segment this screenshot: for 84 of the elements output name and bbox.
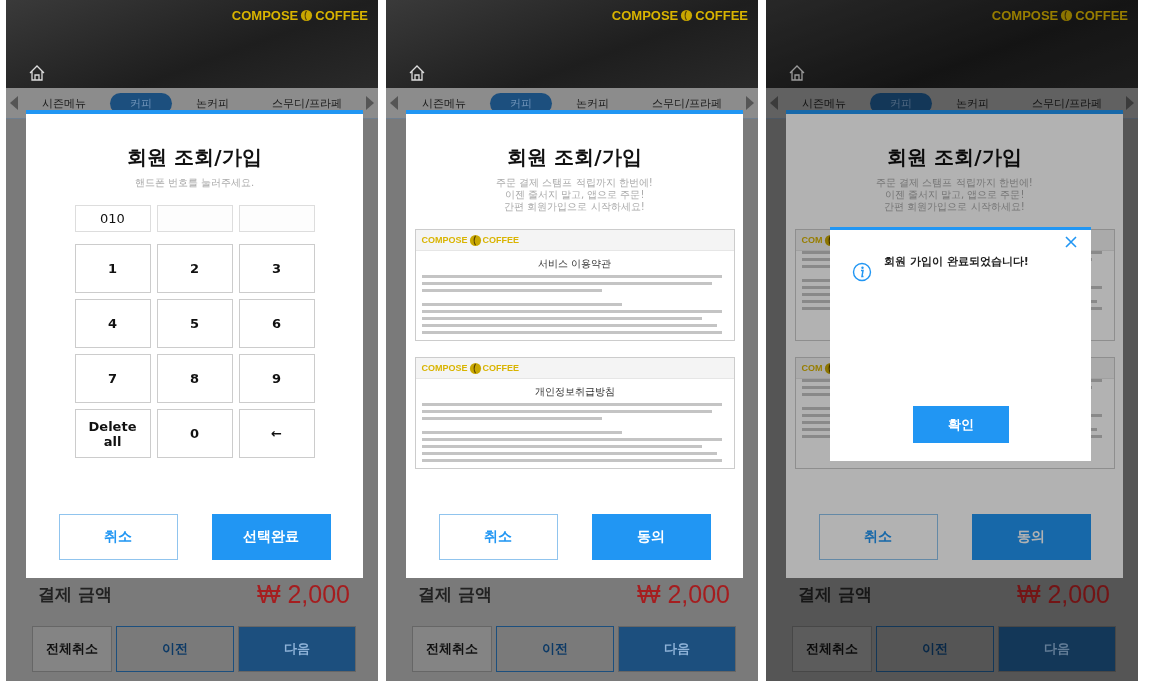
footer-button[interactable]: 이전	[116, 626, 234, 672]
category-tab[interactable]: 시즌메뉴	[781, 92, 866, 114]
phone-input-field[interactable]	[156, 205, 233, 232]
dialog-title: 회원 조회/가입	[127, 144, 262, 171]
right-arrow-icon[interactable]	[745, 96, 754, 110]
coffee-bean-logo-icon	[1060, 9, 1074, 22]
keypad-key[interactable]: 4	[74, 299, 151, 348]
coffee-bean-logo-icon	[468, 233, 482, 247]
keypad-key[interactable]: 8	[156, 354, 233, 403]
logo-text: COMPOSE	[231, 8, 299, 23]
payment-amount: ₩ 2,000	[256, 579, 350, 609]
logo-text: COMPOSE	[421, 363, 468, 373]
category-tab[interactable]: 논커피	[935, 92, 1009, 114]
logo-text: COMPOSE	[421, 235, 468, 245]
left-arrow-icon[interactable]	[770, 96, 778, 110]
keypad-key[interactable]: 1	[74, 244, 151, 293]
dialog-title: 회원 조회/가입	[887, 144, 1022, 171]
category-tab[interactable]: 시즌메뉴	[401, 92, 486, 114]
payment-label: 결제 금액	[418, 582, 492, 606]
payment-label: 결제 금액	[798, 582, 872, 606]
alert-message: 회원 가입이 완료되었습니다!	[884, 254, 1029, 269]
keypad-key[interactable]: 9	[238, 354, 315, 403]
footer-button[interactable]: 이전	[496, 626, 614, 672]
footer-button[interactable]: 전체취소	[792, 626, 872, 672]
dialog-button[interactable]: 동의	[591, 514, 711, 560]
phone-input-field[interactable]: 010	[74, 205, 151, 232]
logo-text: COFFEE	[482, 235, 520, 245]
left-arrow-icon[interactable]	[390, 96, 398, 110]
keypad-key[interactable]: 7	[74, 354, 151, 403]
dialog-subtitle: 이젠 줄서지 말고, 앱으로 주문!	[504, 189, 645, 201]
logo-text: COMPOSE	[611, 8, 679, 23]
footer-button[interactable]: 전체취소	[32, 626, 112, 672]
dialog-subtitle: 간편 회원가입으로 시작하세요!	[504, 201, 645, 213]
logo-text: COMPOSE	[991, 8, 1059, 23]
keypad-key[interactable]: Delete all	[74, 409, 151, 458]
keypad-key[interactable]: 2	[156, 244, 233, 293]
payment-amount: ₩ 2,000	[1016, 579, 1110, 609]
dialog-button[interactable]: 동의	[971, 514, 1091, 560]
logo-text: COFFEE	[315, 8, 368, 23]
footer-button[interactable]: 전체취소	[412, 626, 492, 672]
dialog-button[interactable]: 취소	[818, 514, 938, 560]
dialog-button[interactable]: 취소	[438, 514, 558, 560]
category-tab[interactable]: 논커피	[175, 92, 249, 114]
payment-amount: ₩ 2,000	[636, 579, 730, 609]
right-arrow-icon[interactable]	[1125, 96, 1134, 110]
coffee-bean-logo-icon	[300, 9, 314, 22]
dialog-title: 회원 조회/가입	[507, 144, 642, 171]
category-tab[interactable]: 스무디/프라페	[1012, 92, 1123, 114]
phone-input-field[interactable]	[238, 205, 315, 232]
document-title: 개인정보취급방침	[533, 385, 616, 399]
footer-button[interactable]: 다음	[238, 626, 356, 672]
category-tab[interactable]: 스무디/프라페	[252, 92, 363, 114]
dialog-button[interactable]: 선택완료	[211, 514, 331, 560]
right-arrow-icon[interactable]	[365, 96, 374, 110]
keypad-key[interactable]: 5	[156, 299, 233, 348]
logo-text: COM	[801, 235, 823, 245]
keypad-key[interactable]: ←	[238, 409, 315, 458]
close-icon	[1065, 236, 1077, 248]
home-icon[interactable]	[788, 64, 806, 82]
keypad-key[interactable]: 3	[238, 244, 315, 293]
coffee-bean-logo-icon	[468, 361, 482, 375]
logo-text: COFFEE	[695, 8, 748, 23]
footer-button[interactable]: 다음	[998, 626, 1116, 672]
left-arrow-icon[interactable]	[10, 96, 18, 110]
keypad-key[interactable]: 6	[238, 299, 315, 348]
payment-label: 결제 금액	[38, 582, 112, 606]
home-icon[interactable]	[28, 64, 46, 82]
footer-button[interactable]: 다음	[618, 626, 736, 672]
info-icon	[852, 262, 872, 282]
keypad-key[interactable]: 0	[156, 409, 233, 458]
coffee-bean-logo-icon	[680, 9, 694, 22]
dialog-button[interactable]: 취소	[58, 514, 178, 560]
category-tab[interactable]: 스무디/프라페	[632, 92, 743, 114]
dialog-subtitle: 핸드폰 번호를 눌러주세요.	[134, 177, 255, 189]
home-icon[interactable]	[408, 64, 426, 82]
category-tab[interactable]: 논커피	[555, 92, 629, 114]
confirm-button[interactable]: 확인	[912, 406, 1009, 443]
dialog-subtitle: 주문 결제 스탬프 적립까지 한번에!	[496, 177, 653, 189]
close-button[interactable]	[1065, 236, 1077, 248]
document-title: 서비스 이용약관	[536, 257, 613, 271]
logo-text: COFFEE	[482, 363, 520, 373]
logo-text: COFFEE	[1075, 8, 1128, 23]
logo-text: COM	[801, 363, 823, 373]
category-tab[interactable]: 시즌메뉴	[21, 92, 106, 114]
